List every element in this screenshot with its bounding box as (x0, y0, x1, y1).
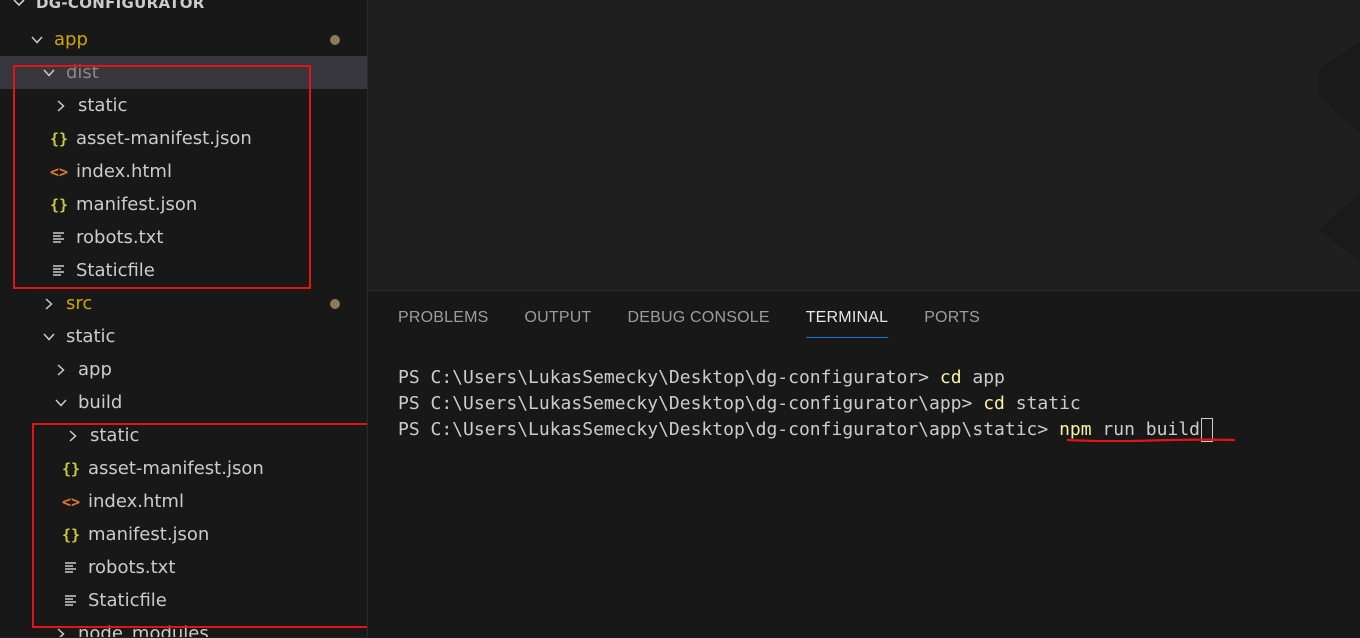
tree-item-label: static (66, 326, 116, 347)
tab-problems[interactable]: PROBLEMS (398, 307, 489, 337)
tree-folder[interactable]: static (0, 89, 367, 122)
json-file-icon: {} (49, 195, 69, 214)
tree-file[interactable]: <> index.html (0, 155, 367, 188)
chevron-right-icon (42, 297, 56, 311)
annotation-underline (1067, 438, 1235, 442)
chevron-down-icon (42, 66, 56, 80)
json-file-icon: {} (49, 129, 69, 148)
terminal-prompt: PS C:\Users\LukasSemecky\Desktop\dg-conf… (398, 367, 940, 388)
tree-file[interactable]: {} asset-manifest.json (0, 122, 367, 155)
tree-item-label: src (66, 293, 93, 314)
tree-folder[interactable]: static (0, 419, 367, 452)
chevron-down-icon (12, 0, 26, 10)
explorer-root-header[interactable]: DG-CONFIGURATOR (0, 0, 367, 16)
tree-item-label: asset-manifest.json (88, 458, 264, 479)
terminal-args: run build (1091, 419, 1200, 440)
tree-file[interactable]: robots.txt (0, 551, 367, 584)
chevron-down-icon (54, 396, 68, 410)
terminal-prompt: PS C:\Users\LukasSemecky\Desktop\dg-conf… (398, 419, 1060, 440)
tree-file[interactable]: robots.txt (0, 221, 367, 254)
tree-item-label: build (78, 392, 123, 413)
tree-item-label: asset-manifest.json (76, 128, 252, 149)
tree-item-label: dist (66, 62, 99, 83)
tree-folder[interactable]: dist (0, 56, 367, 89)
tree-file[interactable]: Staticfile (0, 584, 367, 617)
terminal-prompt: PS C:\Users\LukasSemecky\Desktop\dg-conf… (398, 393, 984, 414)
terminal-command: cd (983, 393, 1005, 414)
tree-folder[interactable]: build (0, 386, 367, 419)
panel-tabs: PROBLEMS OUTPUT DEBUG CONSOLE TERMINAL P… (398, 307, 1016, 338)
chevron-down-icon (42, 330, 56, 344)
terminal-command: npm (1059, 419, 1092, 440)
tab-output[interactable]: OUTPUT (525, 307, 592, 337)
tree-item-label: index.html (76, 161, 172, 182)
editor-area (368, 0, 1360, 290)
tab-terminal[interactable]: TERMINAL (805, 307, 889, 338)
tree-item-label: static (90, 425, 140, 446)
chevron-right-icon (54, 99, 68, 113)
json-file-icon: {} (61, 525, 81, 544)
tree-folder[interactable]: node_modules (0, 617, 367, 637)
vscode-logo-icon (1318, 42, 1360, 262)
tree-folder[interactable]: app (0, 23, 367, 56)
explorer-sidebar: DG-CONFIGURATOR app dist static {} asset-man… (0, 0, 368, 637)
tab-ports[interactable]: PORTS (924, 307, 980, 337)
tree-item-label: app (78, 359, 112, 380)
tree-file[interactable]: {} manifest.json (0, 518, 367, 551)
json-file-icon: {} (61, 459, 81, 478)
explorer-root-label: DG-CONFIGURATOR (36, 0, 205, 12)
tree-item-label: Staticfile (88, 590, 167, 611)
text-file-icon (48, 231, 70, 245)
tree-item-label: Staticfile (76, 260, 155, 281)
terminal-args: app (961, 367, 1005, 388)
tree-item-label: index.html (88, 491, 184, 512)
tree-item-label: static (78, 95, 128, 116)
text-file-icon (48, 264, 70, 278)
text-file-icon (60, 561, 82, 575)
tree-item-label: manifest.json (88, 524, 210, 545)
chevron-right-icon (66, 429, 80, 443)
tree-item-label: app (54, 29, 88, 50)
terminal-line: PS C:\Users\LukasSemecky\Desktop\dg-conf… (398, 365, 1213, 391)
tree-folder[interactable]: app (0, 353, 367, 386)
terminal-args: static (1004, 393, 1081, 414)
terminal-output[interactable]: PS C:\Users\LukasSemecky\Desktop\dg-conf… (398, 365, 1213, 443)
terminal-command: cd (939, 367, 962, 388)
modified-dot-icon (330, 34, 340, 45)
chevron-right-icon (54, 363, 68, 377)
chevron-down-icon (30, 33, 44, 47)
html-file-icon: <> (49, 162, 69, 181)
html-file-icon: <> (61, 492, 81, 511)
tree-file[interactable]: {} manifest.json (0, 188, 367, 221)
tree-item-label: node_modules (78, 623, 209, 637)
tree-file[interactable]: <> index.html (0, 485, 367, 518)
tree-item-label: robots.txt (76, 227, 164, 248)
tree-file[interactable]: {} asset-manifest.json (0, 452, 367, 485)
text-file-icon (60, 594, 82, 608)
tab-debug-console[interactable]: DEBUG CONSOLE (628, 307, 770, 337)
bottom-panel: PROBLEMS OUTPUT DEBUG CONSOLE TERMINAL P… (368, 290, 1360, 638)
tree-folder[interactable]: src (0, 287, 367, 320)
chevron-right-icon (54, 627, 68, 637)
tree-file[interactable]: Staticfile (0, 254, 367, 287)
tree-item-label: manifest.json (76, 194, 198, 215)
terminal-line: PS C:\Users\LukasSemecky\Desktop\dg-conf… (398, 391, 1213, 417)
tree-item-label: robots.txt (88, 557, 176, 578)
tree-folder[interactable]: static (0, 320, 367, 353)
modified-dot-icon (330, 298, 340, 309)
